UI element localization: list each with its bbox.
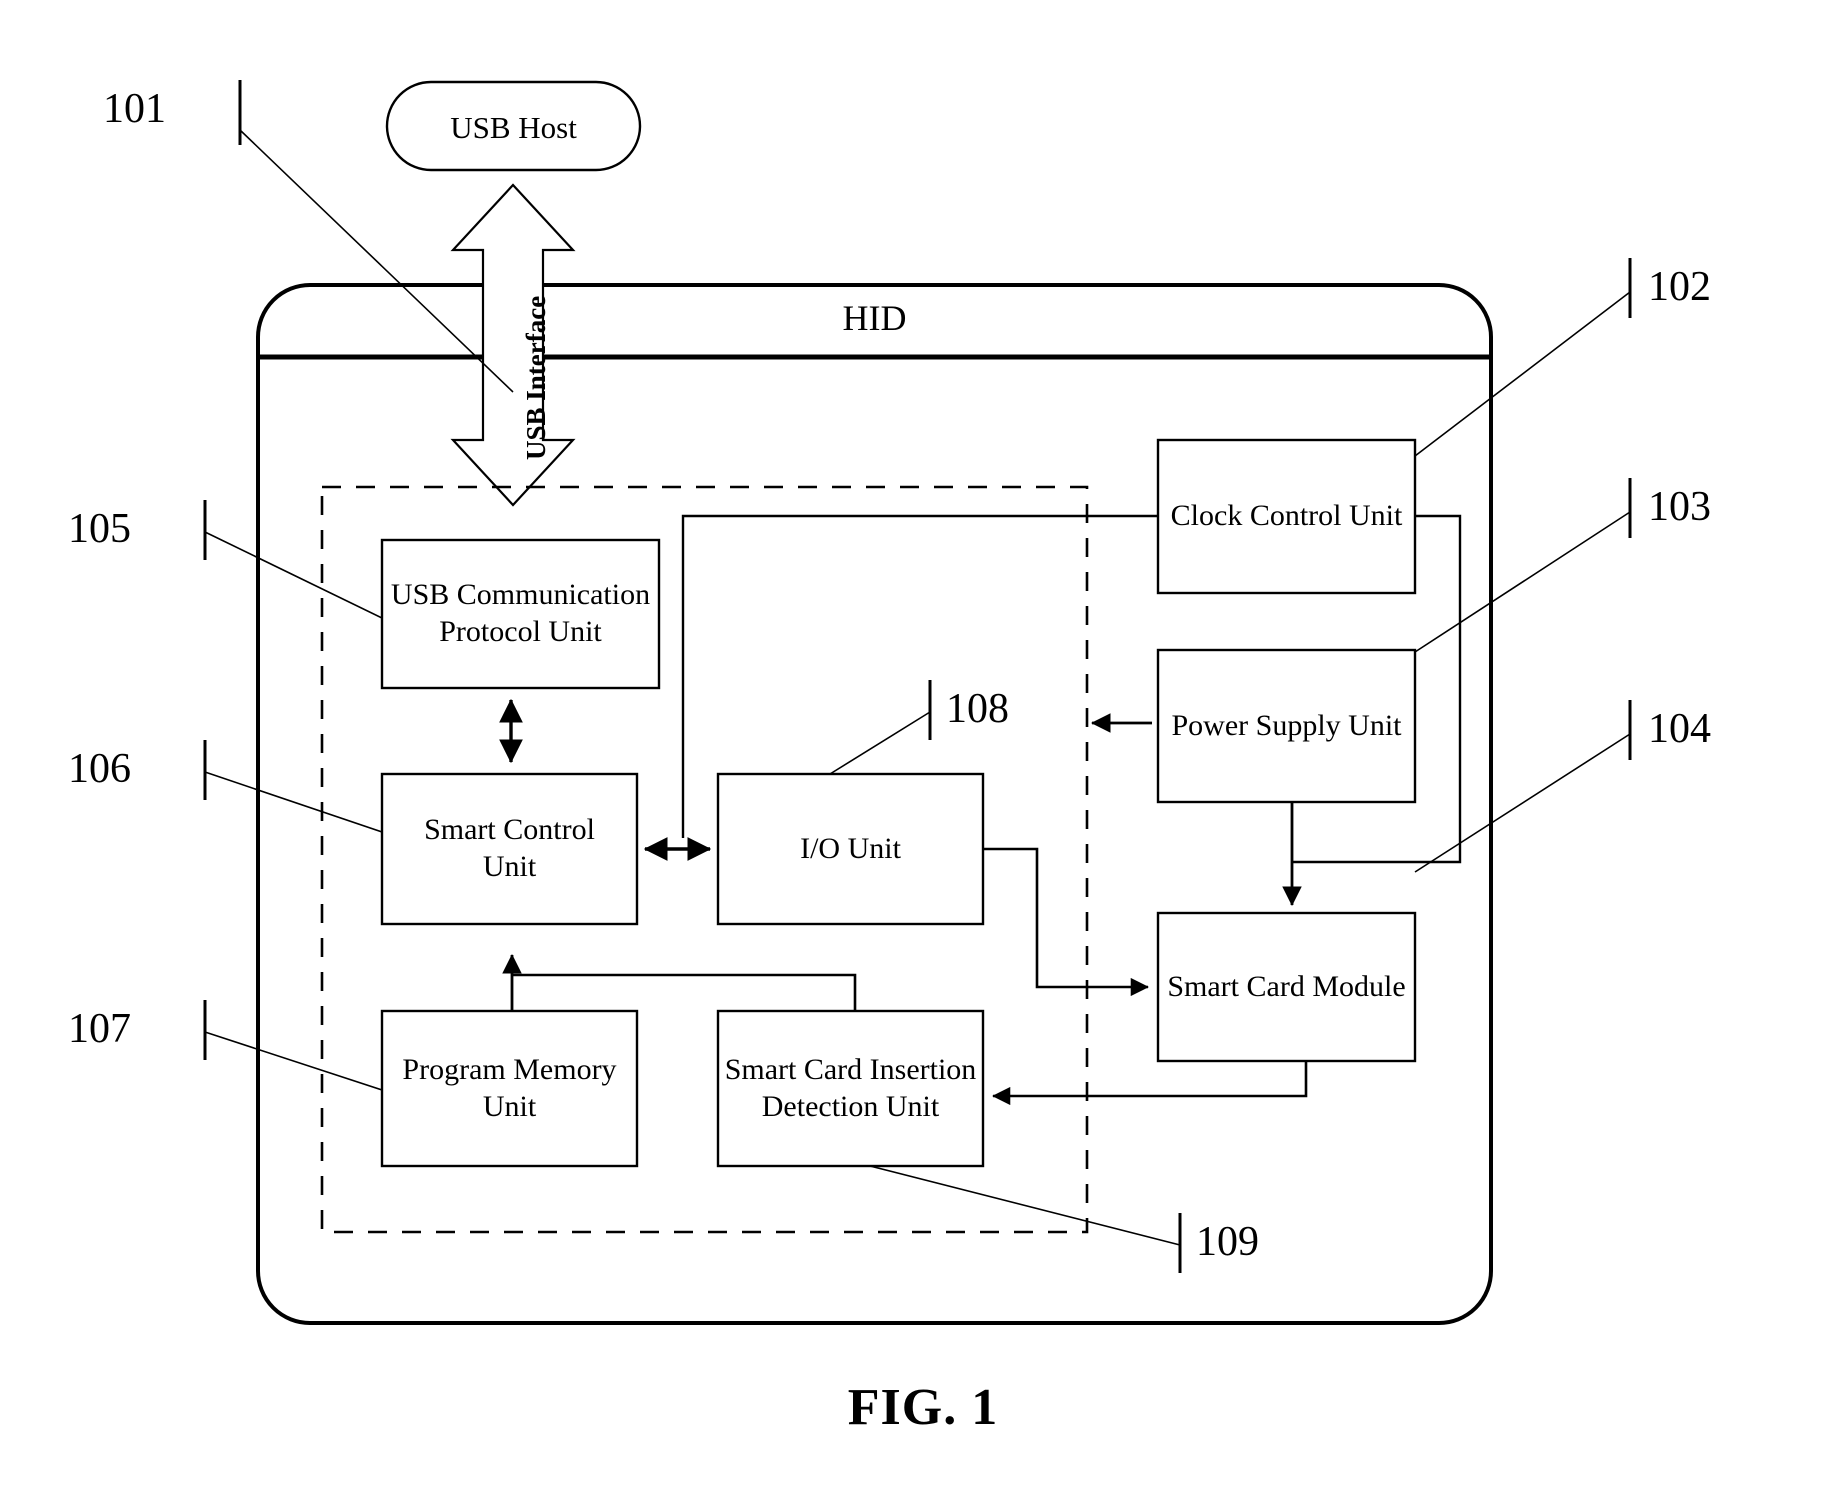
unit-box-card-detection (716, 1009, 985, 1168)
connector-clock-right-down (1292, 514, 1462, 864)
controller-dashed-boundary (320, 485, 1089, 1234)
reference-numeral-107: 107 (68, 1006, 131, 1052)
figure-drawing (203, 80, 1632, 1325)
reference-numeral-106: 106 (68, 746, 131, 792)
usb-host-label: USB Host (450, 110, 577, 145)
unit-box-usb-comm (380, 538, 661, 690)
usb-interface-arrow (450, 183, 576, 507)
connector-smartcard-to-detection (992, 1061, 1308, 1106)
reference-numeral-104: 104 (1648, 706, 1711, 752)
reference-numeral-101: 101 (103, 86, 166, 132)
reference-numeral-109: 109 (1196, 1219, 1259, 1265)
hid-title: HID (842, 298, 907, 338)
connector-iounit-to-smartcard (983, 847, 1149, 997)
unit-box-clock-control (1156, 438, 1417, 595)
unit-box-power-supply (1156, 648, 1417, 804)
patent-figure: USB Host USB Interface HID USB Communica… (0, 0, 1846, 1502)
reference-numeral-102: 102 (1648, 264, 1711, 310)
reference-numeral-105: 105 (68, 506, 131, 552)
unit-box-smart-card (1156, 911, 1417, 1063)
reference-numeral-108: 108 (946, 686, 1009, 732)
leader-lines (203, 80, 1632, 1273)
reference-numeral-103: 103 (1648, 484, 1711, 530)
unit-box-program-memory (380, 1009, 639, 1168)
unit-box-smart-control (380, 772, 639, 926)
unit-box-io-unit (716, 772, 985, 926)
connector-memory-to-smartcontrol (502, 954, 857, 1011)
figure-caption: FIG. 1 (847, 1379, 999, 1436)
